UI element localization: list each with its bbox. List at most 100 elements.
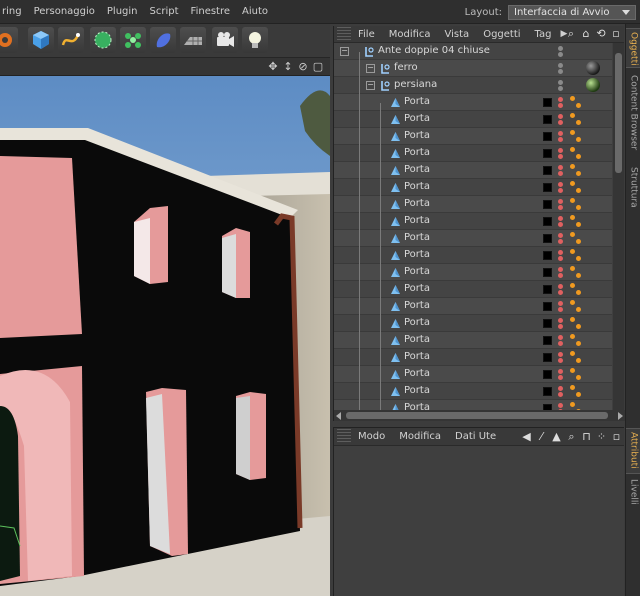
array-icon[interactable] [120, 27, 146, 53]
phong-tag-icon[interactable] [570, 317, 582, 330]
cube-icon[interactable] [28, 27, 54, 53]
object-name[interactable]: Porta [404, 96, 430, 107]
vscroll-thumb[interactable] [615, 53, 622, 173]
visibility-dots-icon[interactable] [558, 250, 564, 261]
visibility-dots-icon[interactable] [558, 182, 564, 193]
menu-script[interactable]: Script [144, 6, 185, 17]
object-row[interactable]: Porta [334, 383, 612, 400]
layer-color-swatch[interactable] [543, 302, 552, 311]
phong-tag-icon[interactable] [570, 130, 582, 143]
deformer-icon[interactable] [150, 27, 176, 53]
object-name[interactable]: Porta [404, 334, 430, 345]
phong-tag-icon[interactable] [570, 334, 582, 347]
tab-struttura[interactable]: Struttura [626, 164, 640, 220]
camera-icon[interactable] [212, 27, 238, 53]
material-tag-icon[interactable] [586, 61, 600, 75]
phong-tag-icon[interactable] [570, 96, 582, 109]
tree-expand-icon[interactable]: − [366, 81, 375, 90]
phong-tag-icon[interactable] [570, 385, 582, 398]
object-name[interactable]: Porta [404, 317, 430, 328]
visibility-dots-icon[interactable] [558, 216, 564, 227]
settings-icon[interactable]: ⁘ [596, 430, 607, 444]
layer-color-swatch[interactable] [543, 217, 552, 226]
object-list-vscroll[interactable] [613, 43, 624, 410]
maximize-icon[interactable]: ▢ [312, 60, 324, 73]
object-row[interactable]: Porta [334, 298, 612, 315]
phong-tag-icon[interactable] [570, 300, 582, 313]
object-row[interactable]: Porta [334, 366, 612, 383]
layer-color-swatch[interactable] [543, 166, 552, 175]
object-name[interactable]: Porta [404, 198, 430, 209]
layer-color-swatch[interactable] [543, 336, 552, 345]
tab-attributi[interactable]: Attributi [626, 428, 640, 474]
object-row[interactable]: Porta [334, 213, 612, 230]
tab-livelli[interactable]: Livelli [626, 476, 640, 516]
phong-tag-icon[interactable] [570, 232, 582, 245]
layer-color-swatch[interactable] [543, 251, 552, 260]
search-icon[interactable]: ⌕ [565, 27, 577, 41]
object-name[interactable]: persiana [394, 79, 437, 90]
menu-finestre[interactable]: Finestre [185, 6, 236, 17]
floor-icon[interactable] [180, 27, 206, 53]
tab-oggetti[interactable]: Oggetti [626, 28, 640, 68]
phong-tag-icon[interactable] [570, 351, 582, 364]
menu-personaggio[interactable]: Personaggio [28, 6, 101, 17]
layer-color-swatch[interactable] [543, 268, 552, 277]
object-name[interactable]: Porta [404, 164, 430, 175]
phong-tag-icon[interactable] [570, 164, 582, 177]
visibility-dots-icon[interactable] [558, 97, 564, 108]
visibility-dots-icon[interactable] [558, 63, 564, 74]
visibility-dots-icon[interactable] [558, 335, 564, 346]
visibility-dots-icon[interactable] [558, 114, 564, 125]
phong-tag-icon[interactable] [570, 402, 582, 410]
object-row[interactable]: Porta [334, 94, 612, 111]
layer-color-swatch[interactable] [543, 285, 552, 294]
object-list-hscroll[interactable] [334, 410, 625, 421]
object-row[interactable]: Porta [334, 281, 612, 298]
object-row[interactable]: Porta [334, 128, 612, 145]
visibility-dots-icon[interactable] [558, 369, 564, 380]
visibility-dots-icon[interactable] [558, 80, 564, 91]
tree-expand-icon[interactable]: − [366, 64, 375, 73]
layer-color-swatch[interactable] [543, 98, 552, 107]
object-row[interactable]: − ferro [334, 60, 612, 77]
object-name[interactable]: Porta [404, 147, 430, 158]
object-list[interactable]: − Ante doppie 04 chiuse − ferro − persiana Por… [334, 43, 612, 410]
panel-grip-icon[interactable] [337, 26, 351, 42]
search-icon[interactable]: ⌕ [566, 430, 577, 444]
visibility-dots-icon[interactable] [558, 284, 564, 295]
spline-pen-icon[interactable] [58, 27, 84, 53]
object-row[interactable]: Porta [334, 400, 612, 410]
layer-color-swatch[interactable] [543, 149, 552, 158]
visibility-dots-icon[interactable] [558, 165, 564, 176]
visibility-dots-icon[interactable] [558, 352, 564, 363]
visibility-dots-icon[interactable] [558, 131, 564, 142]
menu-plugin[interactable]: Plugin [101, 6, 144, 17]
object-row[interactable]: Porta [334, 349, 612, 366]
layer-color-swatch[interactable] [543, 115, 552, 124]
am-menu-dati-utente[interactable]: Dati Ute [448, 431, 503, 442]
object-name[interactable]: Porta [404, 215, 430, 226]
object-name[interactable]: Porta [404, 351, 430, 362]
object-name[interactable]: Porta [404, 130, 430, 141]
scroll-left-icon[interactable] [336, 412, 341, 420]
object-row[interactable]: Porta [334, 145, 612, 162]
object-name[interactable]: Porta [404, 283, 430, 294]
layer-color-swatch[interactable] [543, 319, 552, 328]
visibility-dots-icon[interactable] [558, 267, 564, 278]
material-tag-icon[interactable] [586, 78, 600, 92]
new-window-icon[interactable]: ▫ [610, 27, 622, 41]
sync-icon[interactable]: ⟲ [595, 27, 607, 41]
object-name[interactable]: Porta [404, 113, 430, 124]
subdivision-icon[interactable] [90, 27, 116, 53]
zoom-icon[interactable]: ⊘ [297, 60, 309, 73]
visibility-dots-icon[interactable] [558, 148, 564, 159]
phong-tag-icon[interactable] [570, 198, 582, 211]
phong-tag-icon[interactable] [570, 368, 582, 381]
visibility-dots-icon[interactable] [558, 403, 564, 410]
visibility-dots-icon[interactable] [558, 199, 564, 210]
visibility-dots-icon[interactable] [558, 318, 564, 329]
layer-color-swatch[interactable] [543, 183, 552, 192]
layer-color-swatch[interactable] [543, 200, 552, 209]
object-name[interactable]: Porta [404, 385, 430, 396]
